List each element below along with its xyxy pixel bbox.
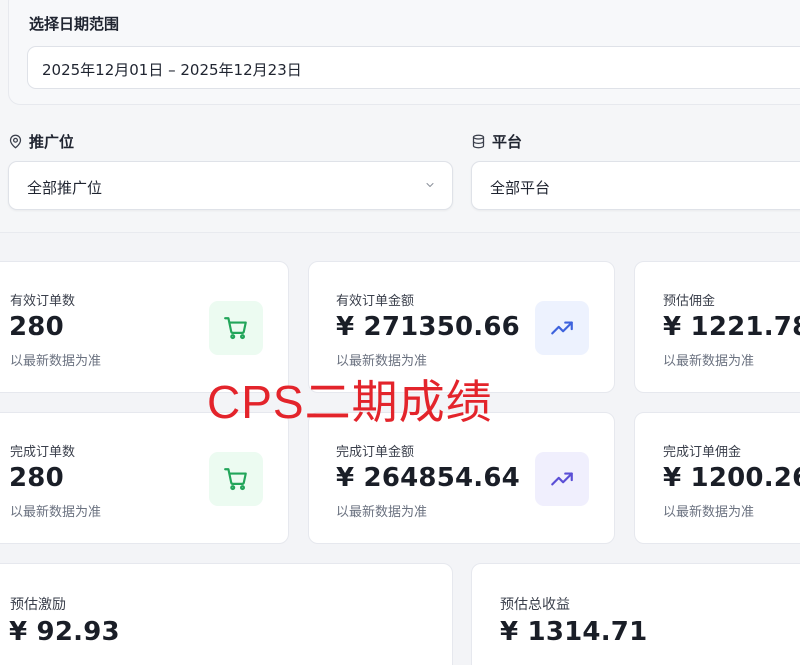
done-orders-note: 以最新数据为准 [10,505,102,520]
cart-icon [224,317,247,340]
position-filter-label: 推广位 [8,131,74,152]
date-range-input[interactable]: 2025年12月01日 – 2025年12月23日 [27,46,800,89]
est-commission-value: ¥ 1221.78 [663,312,800,342]
valid-orders-value: 280 [9,312,64,342]
done-commission-value: ¥ 1200.26 [663,463,800,493]
cart-icon [224,468,247,491]
valid-amount-value: ¥ 271350.66 [336,312,520,342]
valid-orders-note: 以最新数据为准 [10,354,102,369]
valid-orders-label: 有效订单数 [10,294,76,309]
cart-icon-box [209,452,263,506]
trending-icon-box [535,301,589,355]
done-commission-note: 以最新数据为准 [663,505,755,520]
date-range-card: 选择日期范围 2025年12月01日 – 2025年12月23日 [8,0,800,105]
done-amount-value: ¥ 264854.64 [336,463,520,493]
platform-filter-text: 平台 [492,133,523,151]
position-filter-text: 推广位 [29,133,75,151]
trending-up-icon [551,472,573,486]
done-orders-label: 完成订单数 [10,445,76,460]
done-commission-card: 完成订单佣金 ¥ 1200.26 以最新数据为准 [634,412,800,544]
platform-filter-label: 平台 [471,131,522,152]
est-total-card: 预估总收益 ¥ 1314.71 [471,563,800,665]
date-range-title: 选择日期范围 [29,15,120,33]
page: 选择日期范围 2025年12月01日 – 2025年12月23日 推广位 全部推… [0,0,800,665]
trending-up-icon [551,321,573,335]
est-incentive-value: ¥ 92.93 [9,617,120,647]
est-total-label: 预估总收益 [500,597,570,613]
trending-icon-box [535,452,589,506]
done-orders-value: 280 [9,463,64,493]
database-icon [472,134,485,149]
est-commission-card: 预估佣金 ¥ 1221.78 以最新数据为准 [634,261,800,393]
map-pin-icon [9,134,22,149]
platform-select-value: 全部平台 [490,179,551,197]
est-commission-label: 预估佣金 [663,294,716,309]
chevron-down-icon [426,183,434,187]
est-commission-note: 以最新数据为准 [663,354,755,369]
watermark-text: CPS二期成绩 [207,376,493,428]
valid-amount-label: 有效订单金额 [336,294,415,309]
done-amount-note: 以最新数据为准 [336,505,428,520]
est-incentive-card: 预估激励 ¥ 92.93 [0,563,453,665]
done-commission-label: 完成订单佣金 [663,445,742,460]
est-incentive-label: 预估激励 [10,597,66,613]
est-total-value: ¥ 1314.71 [500,617,648,647]
done-amount-label: 完成订单金额 [336,445,415,460]
position-select-value: 全部推广位 [27,179,103,197]
position-select[interactable]: 全部推广位 [8,161,453,210]
cart-icon-box [209,301,263,355]
platform-select[interactable]: 全部平台 [471,161,800,210]
